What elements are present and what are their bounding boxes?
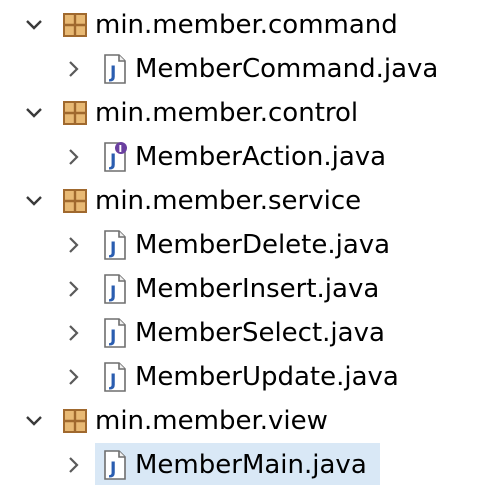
- file-label: MemberMain.java: [135, 450, 367, 480]
- file-label: MemberInsert.java: [135, 274, 380, 304]
- tree-row-file-memberupdate[interactable]: J MemberUpdate.java: [0, 355, 501, 399]
- file-label: MemberAction.java: [135, 142, 387, 172]
- chevron-down-icon[interactable]: [22, 101, 46, 125]
- chevron-right-icon[interactable]: [62, 453, 86, 477]
- svg-text:J: J: [109, 151, 116, 171]
- chevron-down-icon[interactable]: [22, 189, 46, 213]
- package-label: min.member.service: [95, 186, 362, 216]
- package-icon: [62, 100, 88, 126]
- chevron-down-icon[interactable]: [22, 13, 46, 37]
- java-class-icon: J: [102, 450, 128, 480]
- file-label: MemberSelect.java: [135, 318, 385, 348]
- tree-row-file-membermain[interactable]: J MemberMain.java: [0, 443, 501, 487]
- package-icon: [62, 12, 88, 38]
- svg-text:J: J: [109, 283, 116, 303]
- tree-row-file-memberaction[interactable]: J I MemberAction.java: [0, 135, 501, 179]
- chevron-right-icon[interactable]: [62, 321, 86, 345]
- java-class-icon: J: [102, 274, 128, 304]
- tree-row-file-memberselect[interactable]: J MemberSelect.java: [0, 311, 501, 355]
- svg-text:J: J: [109, 239, 116, 259]
- svg-text:I: I: [119, 144, 123, 155]
- tree-row-package-view[interactable]: min.member.view: [0, 399, 501, 443]
- tree-row-file-memberdelete[interactable]: J MemberDelete.java: [0, 223, 501, 267]
- svg-text:J: J: [109, 63, 116, 83]
- chevron-right-icon[interactable]: [62, 277, 86, 301]
- file-label: MemberCommand.java: [135, 54, 439, 84]
- project-explorer-tree: min.member.command J MemberCommand.java: [0, 0, 501, 494]
- file-label: MemberDelete.java: [135, 230, 391, 260]
- package-label: min.member.control: [95, 98, 359, 128]
- tree-row-file-membercommand[interactable]: J MemberCommand.java: [0, 47, 501, 91]
- file-label: MemberUpdate.java: [135, 362, 399, 392]
- java-class-icon: J: [102, 54, 128, 84]
- chevron-right-icon[interactable]: [62, 233, 86, 257]
- tree-row-package-control[interactable]: min.member.control: [0, 91, 501, 135]
- java-class-icon: J: [102, 230, 128, 260]
- tree-row-package-service[interactable]: min.member.service: [0, 179, 501, 223]
- tree-row-file-memberinsert[interactable]: J MemberInsert.java: [0, 267, 501, 311]
- package-icon: [62, 188, 88, 214]
- tree-row-package-command[interactable]: min.member.command: [0, 3, 501, 47]
- java-class-icon: J: [102, 318, 128, 348]
- chevron-right-icon[interactable]: [62, 145, 86, 169]
- svg-text:J: J: [109, 371, 116, 391]
- package-label: min.member.command: [95, 10, 398, 40]
- java-class-icon: J: [102, 362, 128, 392]
- package-label: min.member.view: [95, 406, 328, 436]
- svg-text:J: J: [109, 459, 116, 479]
- package-icon: [62, 408, 88, 434]
- svg-text:J: J: [109, 327, 116, 347]
- java-interface-icon: J I: [102, 142, 128, 172]
- chevron-right-icon[interactable]: [62, 365, 86, 389]
- chevron-down-icon[interactable]: [22, 409, 46, 433]
- chevron-right-icon[interactable]: [62, 57, 86, 81]
